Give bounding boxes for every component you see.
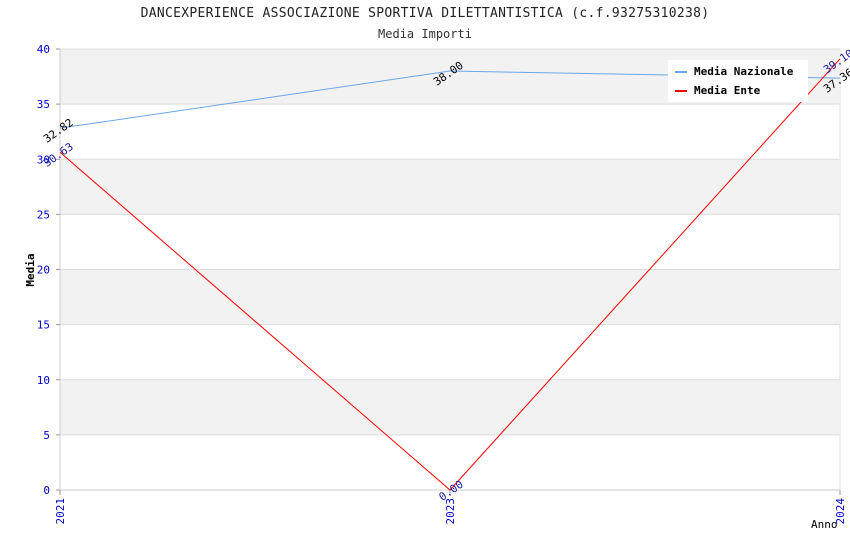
- line-chart: 0510152025303540 2021 2023 2024 32.8238.00…: [24, 43, 850, 531]
- y-tick-label: 0: [43, 484, 50, 497]
- y-tick-label: 40: [37, 43, 50, 56]
- y-tick-label: 5: [43, 429, 50, 442]
- y-axis-ticks: 0510152025303540: [37, 43, 60, 497]
- y-tick-label: 35: [37, 98, 50, 111]
- grid-band: [60, 159, 840, 215]
- y-tick-label: 25: [37, 208, 50, 221]
- grid-band: [60, 379, 840, 435]
- legend: Media Nazionale Media Ente: [668, 60, 808, 102]
- y-tick-label: 15: [37, 319, 50, 332]
- legend-label: Media Ente: [694, 84, 761, 97]
- y-tick-label: 10: [37, 374, 50, 387]
- x-tick-label: 2021: [54, 498, 67, 525]
- legend-label: Media Nazionale: [694, 65, 794, 78]
- plot-background: [59, 48, 841, 491]
- y-tick-label: 20: [37, 264, 50, 277]
- x-axis-label: Anno: [811, 518, 838, 531]
- grid-band: [60, 269, 840, 325]
- y-axis-label: Media: [24, 253, 37, 286]
- chart-container: DANCEXPERIENCE ASSOCIAZIONE SPORTIVA DIL…: [0, 0, 850, 550]
